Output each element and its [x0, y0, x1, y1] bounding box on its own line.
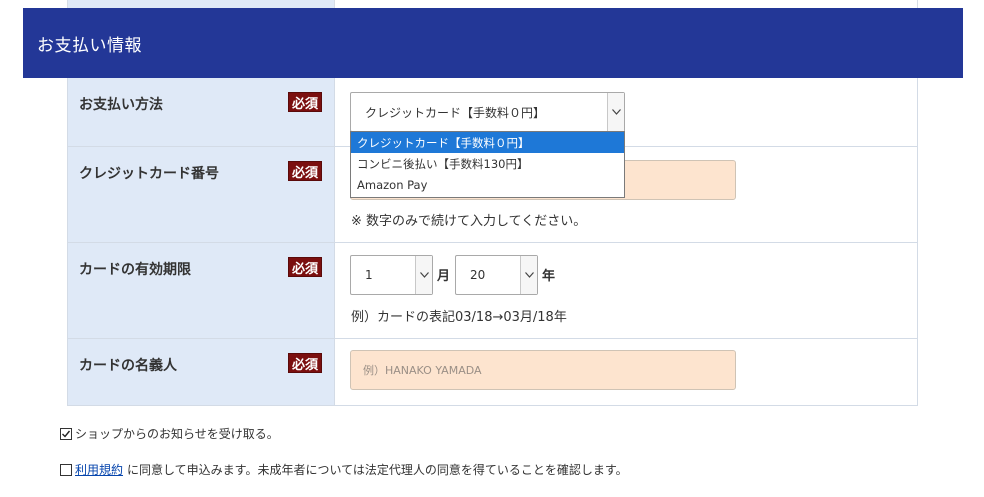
label-cell: クレジットカード番号 必須 [68, 147, 335, 242]
dropdown-option-convenience[interactable]: コンビニ後払い【手数料130円】 [351, 153, 624, 174]
label-cell: カードの有効期限 必須 [68, 243, 335, 338]
terms-label: に同意して申込みます。未成年者については法定代理人の同意を得ていることを確認しま… [127, 463, 628, 477]
table-top-strip [67, 0, 918, 8]
payment-method-dropdown: クレジットカード【手数料０円】 コンビニ後払い【手数料130円】 Amazon … [350, 131, 625, 198]
required-badge: 必須 [288, 161, 322, 181]
section-title: お支払い情報 [37, 35, 142, 56]
newsletter-checkbox[interactable] [60, 427, 72, 440]
label-cell: お支払い方法 必須 [68, 78, 335, 146]
required-badge: 必須 [288, 92, 322, 112]
required-badge: 必須 [288, 353, 322, 373]
dropdown-option-amazon-pay[interactable]: Amazon Pay [351, 174, 624, 195]
newsletter-option: ショップからのお知らせを受け取る。 [60, 425, 279, 442]
chevron-down-icon[interactable] [520, 256, 537, 294]
holder-label: カードの名義人 [79, 358, 177, 374]
required-badge: 必須 [288, 257, 322, 277]
month-unit: 月 [437, 269, 451, 284]
card-holder-input[interactable]: 例）HANAKO YAMADA [350, 350, 736, 390]
terms-checkbox[interactable] [60, 463, 72, 476]
newsletter-label: ショップからのお知らせを受け取る。 [75, 427, 279, 441]
expiry-month-select[interactable]: 1 [350, 255, 433, 295]
expiry-year-select[interactable]: 20 [455, 255, 538, 295]
section-header: お支払い情報 [23, 8, 963, 78]
year-unit: 年 [542, 269, 556, 284]
label-cell: カードの名義人 必須 [68, 339, 335, 405]
dropdown-option-credit[interactable]: クレジットカード【手数料０円】 [351, 132, 624, 153]
payment-method-label: お支払い方法 [79, 97, 163, 113]
payment-method-select[interactable]: クレジットカード【手数料０円】 [350, 92, 625, 132]
terms-link[interactable]: 利用規約 [75, 461, 123, 478]
terms-option: 利用規約 に同意して申込みます。未成年者については法定代理人の同意を得ていること… [60, 461, 628, 478]
card-number-note: ※ 数字のみで続けて入力してください。 [351, 214, 587, 229]
card-number-label: クレジットカード番号 [79, 166, 219, 182]
expiry-year-value: 20 [470, 268, 486, 282]
chevron-down-icon[interactable] [415, 256, 432, 294]
payment-method-selected: クレジットカード【手数料０円】 [365, 105, 546, 120]
chevron-down-icon[interactable] [607, 93, 624, 131]
expiry-note: 例）カードの表記03/18→03月/18年 [351, 310, 567, 325]
expiry-month-value: 1 [365, 268, 373, 282]
expiry-label: カードの有効期限 [79, 262, 191, 278]
